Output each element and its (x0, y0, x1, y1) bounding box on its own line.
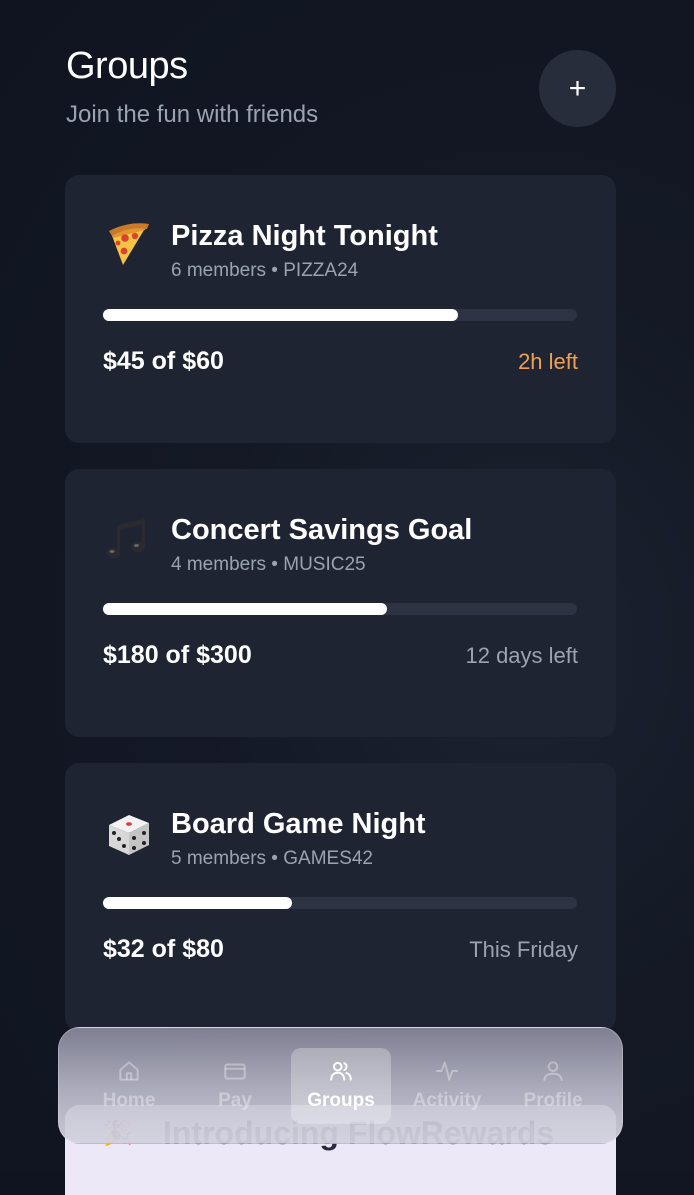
nav-item-profile[interactable]: Profile (503, 1048, 603, 1124)
page-header: Groups Join the fun with friends (66, 44, 318, 130)
nav-label: Profile (523, 1090, 583, 1111)
card-icon (224, 1063, 246, 1080)
nav-label: Groups (307, 1090, 375, 1111)
nav-item-groups[interactable]: Groups (291, 1048, 391, 1124)
page-title: Groups (66, 45, 188, 87)
music-notes-icon (103, 515, 153, 565)
bottom-nav: Home Pay Groups Activity Profile (58, 1027, 623, 1144)
plus-icon: + (568, 71, 587, 105)
pizza-icon (103, 221, 153, 271)
group-amount: $32 of $80 (103, 935, 224, 963)
nav-label: Activity (412, 1090, 482, 1111)
activity-icon (436, 1061, 458, 1081)
users-icon (330, 1061, 352, 1081)
progress-track (103, 603, 577, 615)
time-left: This Friday (469, 937, 578, 962)
progress-track (103, 897, 577, 909)
time-left: 2h left (518, 349, 578, 374)
group-name: Pizza Night Tonight (171, 220, 438, 252)
group-card-board-game-night[interactable]: Board Game Night 5 members • GAMES42 $32… (65, 763, 616, 1031)
progress-fill (103, 309, 458, 321)
group-amount: $180 of $300 (103, 641, 252, 669)
nav-label: Home (102, 1090, 156, 1111)
home-icon (119, 1061, 139, 1081)
nav-item-activity[interactable]: Activity (397, 1048, 497, 1124)
group-meta: 4 members • MUSIC25 (171, 554, 366, 575)
group-meta: 6 members • PIZZA24 (171, 260, 359, 281)
group-card-concert-savings[interactable]: Concert Savings Goal 4 members • MUSIC25… (65, 469, 616, 737)
progress-track (103, 309, 577, 321)
group-name: Concert Savings Goal (171, 514, 473, 546)
nav-label: Pay (218, 1090, 252, 1111)
group-meta: 5 members • GAMES42 (171, 848, 373, 869)
dice-icon (103, 809, 153, 859)
progress-fill (103, 897, 292, 909)
nav-item-pay[interactable]: Pay (185, 1048, 285, 1124)
group-name: Board Game Night (171, 808, 426, 840)
page-subtitle: Join the fun with friends (66, 101, 319, 128)
group-amount: $45 of $60 (103, 347, 224, 375)
add-group-button[interactable]: + (539, 50, 616, 127)
progress-fill (103, 603, 387, 615)
group-card-pizza-night[interactable]: Pizza Night Tonight 6 members • PIZZA24 … (65, 175, 616, 443)
nav-item-home[interactable]: Home (79, 1048, 179, 1124)
time-left: 12 days left (465, 643, 578, 668)
profile-icon (543, 1061, 563, 1081)
